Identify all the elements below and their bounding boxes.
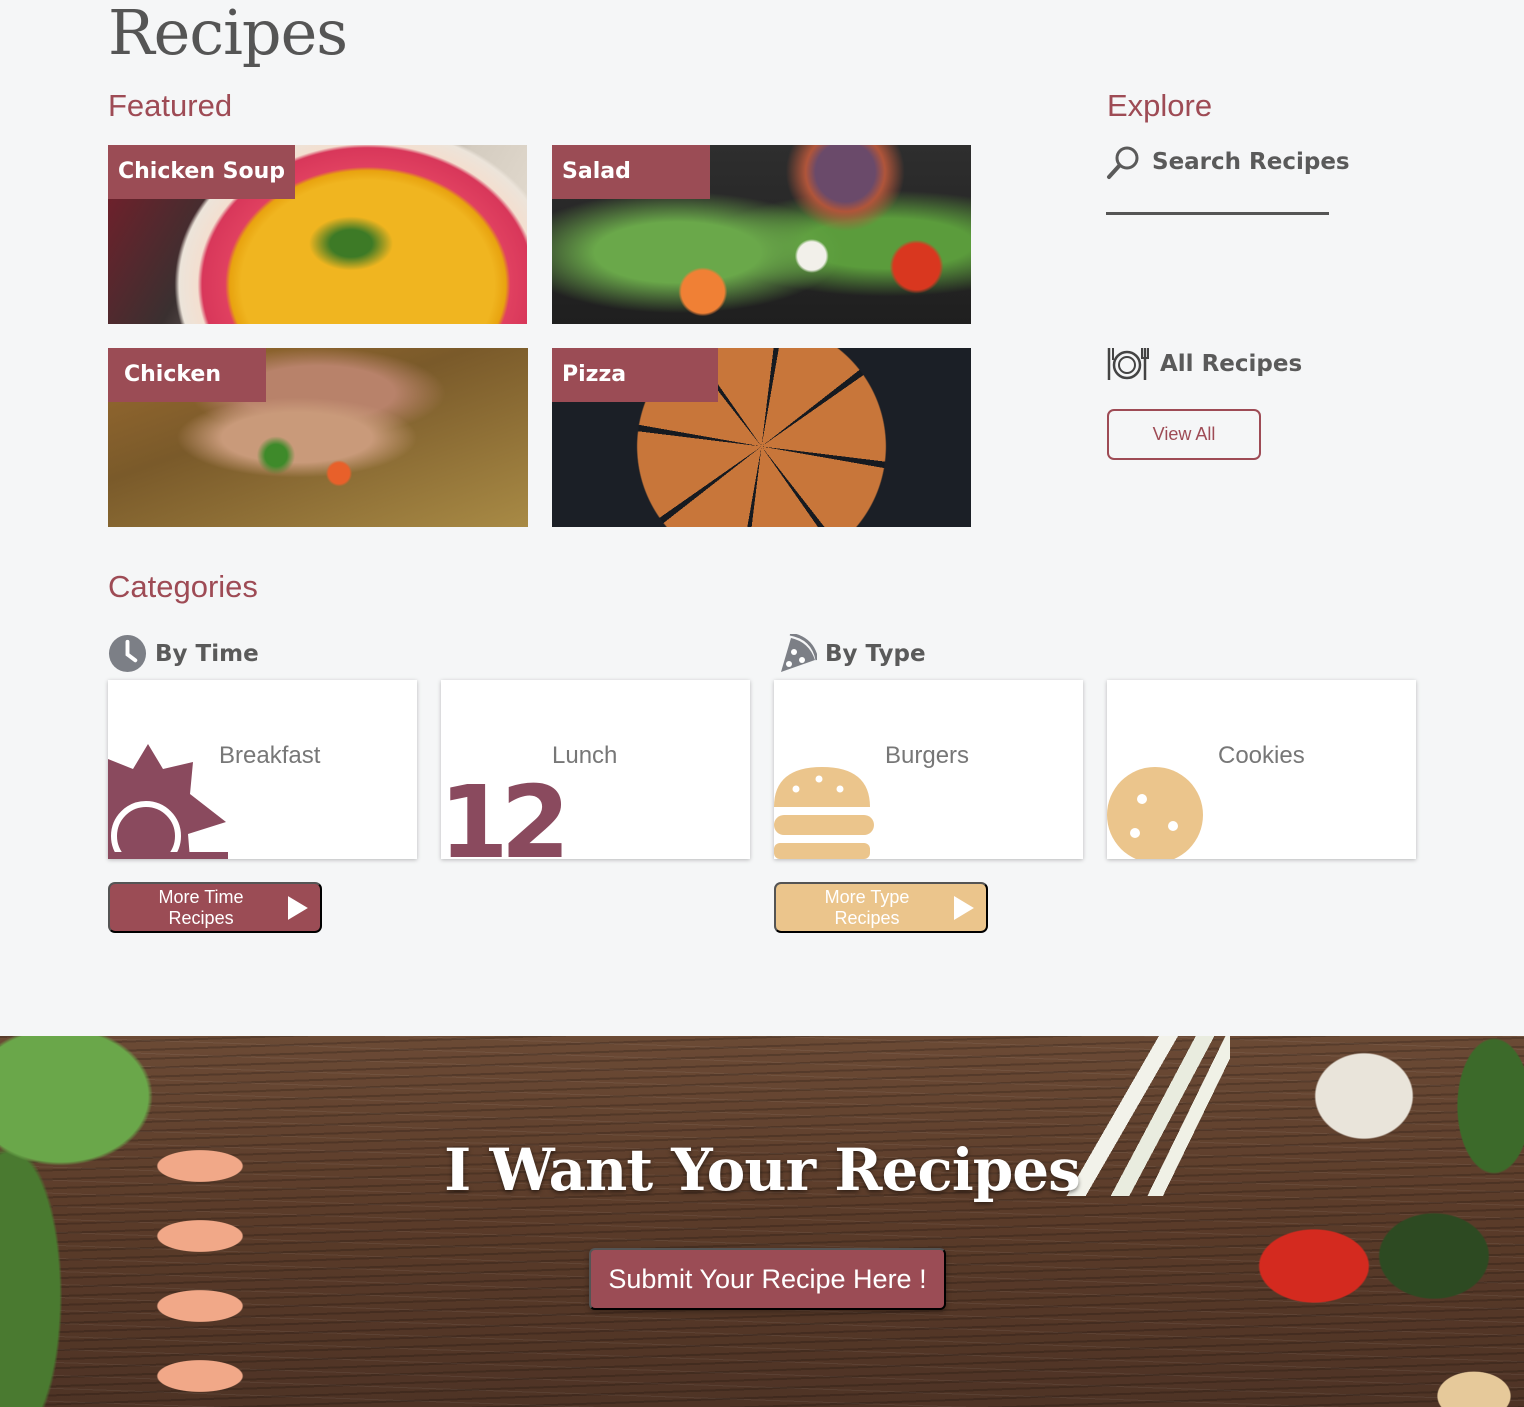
page-title: Recipes: [108, 0, 348, 69]
more-type-recipes-label: More Type Recipes: [824, 886, 910, 928]
plate-cutlery-icon: [1107, 348, 1149, 380]
explore-heading: Explore: [1107, 88, 1213, 123]
featured-card-label: Chicken: [108, 348, 266, 402]
by-type-heading: By Type: [777, 634, 926, 674]
banner-title: I Want Your Recipes: [444, 1136, 1081, 1204]
all-recipes-heading: All Recipes: [1106, 346, 1302, 382]
clock-icon: [108, 634, 147, 673]
featured-card-label: Salad: [552, 145, 710, 199]
view-all-button[interactable]: View All: [1107, 409, 1261, 460]
pizza-slice-icon: [781, 634, 817, 672]
category-card-cookies[interactable]: Cookies: [1107, 680, 1416, 859]
by-time-heading: By Time: [108, 634, 259, 673]
categories-heading: Categories: [108, 569, 258, 604]
more-time-recipes-button[interactable]: More Time Recipes: [108, 882, 322, 933]
burger-icon: [774, 767, 874, 859]
featured-card-salad[interactable]: Salad: [552, 145, 971, 324]
submit-recipes-banner: I Want Your Recipes Submit Your Recipe H…: [0, 1036, 1524, 1407]
featured-card-chicken-soup[interactable]: Chicken Soup: [108, 145, 527, 324]
crayfish-vegetables-decoration: [1024, 1036, 1524, 1407]
by-type-label: By Type: [825, 641, 926, 667]
search-recipes-label: Search Recipes: [1152, 149, 1350, 175]
sun-icon: [108, 744, 228, 859]
category-card-lunch[interactable]: Lunch 12: [441, 680, 750, 859]
submit-recipe-button[interactable]: Submit Your Recipe Here !: [589, 1248, 946, 1310]
featured-card-chicken[interactable]: Chicken: [108, 348, 528, 527]
category-label: Cookies: [1218, 742, 1305, 769]
search-underline: [1106, 212, 1329, 215]
shrimp-greens-decoration: [0, 1036, 330, 1407]
search-recipes-link[interactable]: Search Recipes: [1106, 144, 1350, 180]
featured-card-label: Chicken Soup: [108, 145, 296, 199]
search-icon: [1107, 146, 1139, 179]
category-label: Breakfast: [219, 742, 321, 769]
play-arrow-icon: [288, 895, 308, 920]
category-card-burgers[interactable]: Burgers: [774, 680, 1083, 859]
category-label: Burgers: [885, 742, 970, 769]
featured-heading: Featured: [108, 88, 233, 123]
play-arrow-icon: [954, 895, 974, 920]
all-recipes-label: All Recipes: [1160, 351, 1303, 377]
more-time-recipes-label: More Time Recipes: [158, 886, 244, 928]
more-type-recipes-button[interactable]: More Type Recipes: [774, 882, 988, 933]
category-card-breakfast[interactable]: Breakfast: [108, 680, 417, 859]
featured-card-pizza[interactable]: Pizza: [552, 348, 971, 527]
cookie-icon: [1107, 767, 1203, 859]
featured-card-label: Pizza: [552, 348, 718, 402]
by-time-label: By Time: [155, 640, 259, 667]
clock-twelve-icon: 12: [441, 764, 570, 859]
